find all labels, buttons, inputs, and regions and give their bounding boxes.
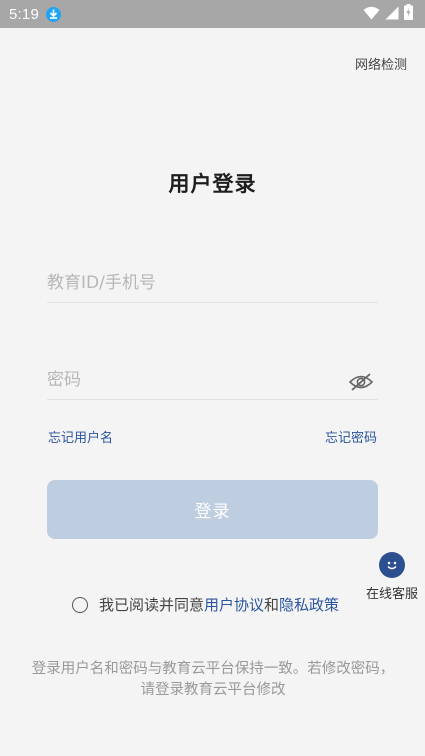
wifi-icon: [363, 5, 380, 24]
page-title: 用户登录: [168, 172, 257, 196]
status-right: [363, 4, 413, 24]
smiley-chat-icon: [379, 552, 405, 578]
login-button[interactable]: 登录: [47, 480, 378, 539]
online-service-label: 在线客服: [365, 587, 418, 602]
login-notice: 登录用户名和密码与教育云平台保持一致。若修改密码，请登录教育云平台修改: [31, 661, 395, 698]
status-time: 5:19: [9, 5, 39, 23]
agree-radio[interactable]: [72, 596, 88, 613]
agreement-prefix: 我已阅读并同意: [99, 596, 205, 614]
forgot-username-link[interactable]: 忘记用户名: [48, 427, 113, 446]
download-icon: [46, 6, 61, 22]
eye-slash-icon[interactable]: [348, 372, 374, 392]
online-service-button[interactable]: 在线客服: [363, 552, 421, 602]
password-input[interactable]: [47, 369, 378, 390]
cell-signal-icon: [385, 5, 399, 24]
password-field: [47, 360, 378, 400]
user-agreement-link[interactable]: 用户协议: [204, 594, 264, 615]
privacy-policy-link[interactable]: 隐私政策: [279, 594, 339, 615]
status-left: 5:19: [9, 6, 61, 23]
forgot-password-link[interactable]: 忘记密码: [325, 427, 377, 446]
account-input[interactable]: [47, 272, 378, 293]
agreement-and: 和: [264, 596, 280, 614]
agreement-row: 我已阅读并同意 用户协议 和 隐私政策: [72, 594, 339, 615]
battery-charging-icon: [404, 4, 413, 24]
network-check-link[interactable]: 网络检测: [355, 54, 407, 73]
account-field: [47, 263, 378, 303]
status-bar: 5:19: [0, 0, 425, 28]
